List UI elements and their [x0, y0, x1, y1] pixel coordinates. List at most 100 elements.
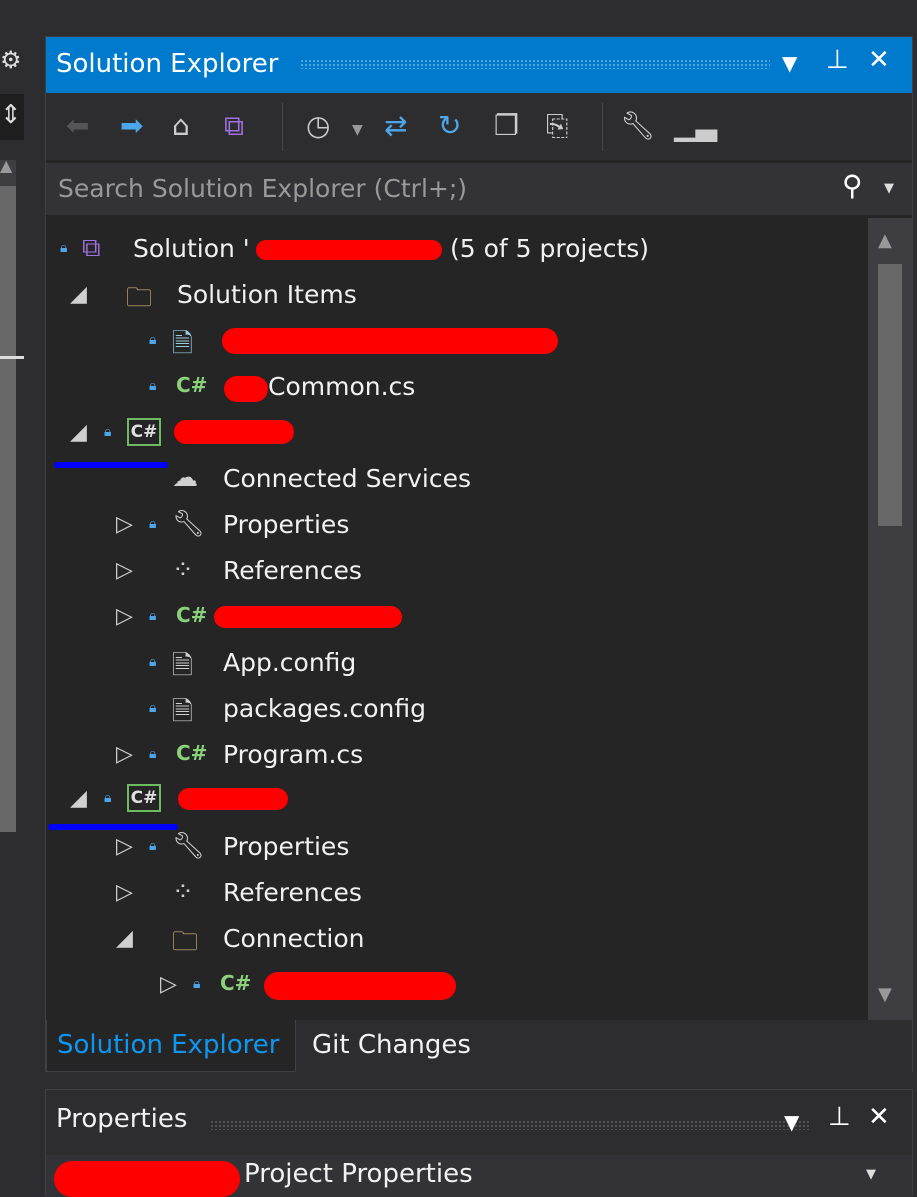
tree-item-label: App.config [223, 648, 357, 677]
tree-item-label: References [223, 878, 362, 907]
tab-label: Solution Explorer [57, 1030, 280, 1060]
scroll-up-icon[interactable]: ▲ [878, 230, 892, 251]
forward-icon[interactable]: ➡ [120, 109, 143, 143]
connected-services-icon: ☁ [172, 463, 198, 493]
tree-item-label: Common.cs [268, 372, 416, 401]
collapsed-arrow-icon[interactable]: ▷ [116, 880, 133, 905]
window-menu-button[interactable]: ▼ [784, 1110, 799, 1134]
switch-views-icon[interactable]: ⧉ [224, 109, 244, 143]
collapsed-arrow-icon[interactable]: ▷ [116, 834, 133, 859]
back-icon[interactable]: ⬅ [66, 109, 89, 143]
redaction [54, 1161, 240, 1197]
tree-item-solution-items[interactable]: ◢ 🗀 Solution Items [46, 274, 866, 318]
tree-item-program-cs[interactable]: ▷ 🔒︎ C# Program.cs [46, 734, 866, 778]
csharp-file-icon: C# [176, 373, 208, 397]
tree-item-script-file[interactable]: 🔒︎ 🗎 [46, 320, 866, 364]
lock-icon: 🔒︎ [149, 608, 157, 624]
window-menu-button[interactable]: ▼ [782, 51, 797, 75]
redaction [222, 328, 558, 354]
lock-icon: 🔒︎ [149, 700, 157, 716]
lock-icon: 🔒︎ [149, 746, 157, 762]
lock-icon: 🔒︎ [149, 654, 157, 670]
collapsed-arrow-icon[interactable]: ▷ [116, 742, 133, 767]
search-options-dropdown-icon[interactable]: ▼ [884, 181, 894, 196]
close-icon[interactable]: ✕ [868, 45, 890, 75]
solution-tree: 🔒︎ ⧉ Solution ' (5 of 5 projects) ◢ 🗀 So… [46, 218, 868, 1020]
tree-item-app-config[interactable]: 🔒︎ 🗎 App.config [46, 642, 866, 686]
lock-icon: 🔒︎ [149, 378, 157, 394]
tree-item-packages-config[interactable]: 🔒︎ 🗎 packages.config [46, 688, 866, 732]
tab-solution-explorer[interactable]: Solution Explorer [46, 1020, 296, 1072]
expanded-arrow-icon[interactable]: ◢ [116, 926, 133, 951]
tree-item-project-1[interactable]: ◢ 🔒︎ C# [46, 412, 866, 456]
chevron-down-icon[interactable]: ▼ [866, 1167, 876, 1182]
csharp-project-icon: C# [127, 784, 161, 812]
left-marker [0, 356, 24, 359]
toolbar-separator [602, 103, 603, 151]
sync-icon[interactable]: ⇄ [384, 109, 407, 143]
tree-item-connection-cs[interactable]: ▷ 🔒︎ C# [46, 964, 866, 1008]
panel-title: Solution Explorer [56, 49, 279, 79]
lock-icon: 🔒︎ [149, 838, 157, 854]
redaction [256, 240, 442, 260]
tab-git-changes[interactable]: Git Changes [312, 1030, 471, 1060]
tree-item-project-2[interactable]: ◢ 🔒︎ C# [46, 778, 866, 822]
search-icon[interactable]: ⚲ [842, 169, 863, 202]
drag-grip[interactable] [300, 59, 770, 69]
tree-item-solution[interactable]: 🔒︎ ⧉ Solution ' (5 of 5 projects) [46, 228, 866, 272]
tree-item-connected-services[interactable]: ☁ Connected Services [46, 458, 866, 502]
scroll-down-icon[interactable]: ▼ [878, 984, 892, 1005]
csharp-file-icon: C# [176, 603, 208, 627]
drag-grip[interactable] [210, 1120, 810, 1130]
tree-item-connection[interactable]: ◢ 🗀 Connection [46, 918, 866, 962]
csharp-project-icon: C# [127, 418, 161, 446]
preview-icon[interactable]: ▁▃ [674, 109, 717, 143]
tree-item-label: Solution Items [177, 280, 357, 309]
refresh-icon[interactable]: ↻ [438, 109, 461, 143]
pin-icon[interactable]: ⊥ [826, 45, 849, 75]
close-icon[interactable]: ✕ [868, 1102, 890, 1132]
panel-header: Solution Explorer ▼ ⊥ ✕ [46, 37, 912, 93]
collapsed-arrow-icon[interactable]: ▷ [116, 512, 133, 537]
collapsed-arrow-icon[interactable]: ▷ [160, 972, 177, 997]
collapsed-arrow-icon[interactable]: ▷ [116, 604, 133, 629]
powershell-file-icon: 🗎 [172, 329, 193, 359]
lock-icon: 🔒︎ [149, 516, 157, 532]
pending-changes-filter-icon[interactable]: ◷ [306, 109, 330, 143]
tree-item-cs-file[interactable]: ▷ 🔒︎ C# [46, 596, 866, 640]
lock-icon: 🔒︎ [193, 976, 201, 992]
config-file-icon: 🗎 [172, 697, 193, 727]
left-scroll-thumb[interactable] [0, 186, 16, 832]
toolbar-separator [282, 103, 283, 151]
tree-item-properties[interactable]: ▷ 🔒︎ 🔧︎ Properties [46, 826, 866, 870]
expanded-arrow-icon[interactable]: ◢ [70, 282, 87, 307]
references-icon: ⁘ [172, 555, 194, 585]
gear-icon[interactable]: ⚙ [0, 46, 22, 74]
redaction [214, 606, 402, 628]
split-icon[interactable]: ⇕ [0, 94, 24, 140]
tree-item-properties[interactable]: ▷ 🔒︎ 🔧︎ Properties [46, 504, 866, 548]
tool-window-tabs: Solution Explorer Git Changes [46, 1020, 912, 1072]
pin-icon[interactable]: ⊥ [828, 1102, 851, 1132]
redaction [224, 376, 268, 402]
wrench-icon: 🔧︎ [172, 509, 206, 539]
collapsed-arrow-icon[interactable]: ▷ [116, 558, 133, 583]
tree-item-common-cs[interactable]: 🔒︎ C# Common.cs [46, 366, 866, 410]
filter-dropdown-icon[interactable]: ▼ [352, 113, 363, 147]
scroll-thumb[interactable] [878, 264, 902, 526]
expanded-arrow-icon[interactable]: ◢ [70, 420, 87, 445]
show-all-files-icon[interactable]: ⎘ [546, 109, 568, 143]
collapse-all-icon[interactable]: ❐ [494, 109, 519, 143]
tree-item-references[interactable]: ▷ ⁘ References [46, 872, 866, 916]
properties-wrench-icon[interactable]: 🔧︎ [620, 109, 656, 143]
properties-object-selector[interactable]: Project Properties ▼ [46, 1155, 912, 1197]
expanded-arrow-icon[interactable]: ◢ [70, 786, 87, 811]
home-icon[interactable]: ⌂ [172, 109, 190, 143]
search-input[interactable]: Search Solution Explorer (Ctrl+;) [46, 163, 880, 215]
scroll-up-icon[interactable]: ▲ [0, 156, 12, 175]
folder-icon: 🗀 [172, 927, 199, 957]
tree-item-label: Properties [223, 832, 350, 861]
search-button[interactable]: ⚲ ▼ [836, 163, 912, 215]
tree-item-references[interactable]: ▷ ⁘ References [46, 550, 866, 594]
config-file-icon: 🗎 [172, 651, 193, 681]
